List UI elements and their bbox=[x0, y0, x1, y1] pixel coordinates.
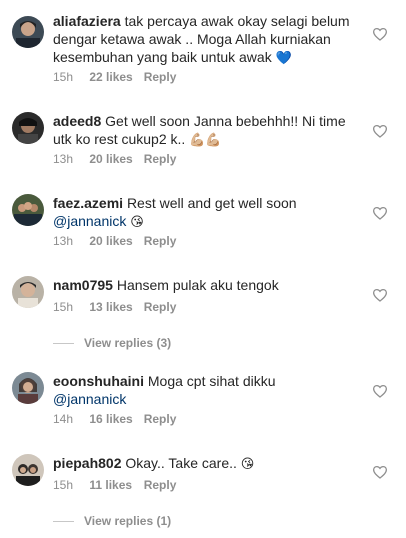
view-replies-label: View replies (3) bbox=[84, 336, 172, 350]
comment-username[interactable]: aliafaziera bbox=[53, 13, 121, 29]
avatar[interactable] bbox=[12, 194, 44, 226]
reply-button[interactable]: Reply bbox=[144, 152, 177, 166]
comment-message: Moga cpt sihat dikku bbox=[147, 373, 276, 389]
blue-heart-emoji: 💙 bbox=[275, 51, 292, 66]
replies-divider bbox=[53, 343, 74, 345]
heart-outline-icon[interactable] bbox=[372, 206, 388, 220]
comment-meta: 15h 13 likes Reply bbox=[53, 300, 176, 314]
heart-outline-icon[interactable] bbox=[372, 465, 388, 479]
comment-text: eoonshuhaini Moga cpt sihat dikku @janna… bbox=[53, 372, 359, 408]
kiss-face-emoji: 😘 bbox=[240, 457, 255, 472]
comment-text: aliafaziera tak percaya awak okay selagi… bbox=[53, 12, 359, 68]
reply-button[interactable]: Reply bbox=[144, 70, 177, 84]
avatar[interactable] bbox=[12, 16, 44, 48]
comment-username[interactable]: adeed8 bbox=[53, 113, 101, 129]
replies-divider bbox=[53, 521, 74, 523]
comment-time: 15h bbox=[53, 478, 74, 492]
avatar[interactable] bbox=[12, 276, 44, 308]
view-replies-button[interactable]: View replies (3) bbox=[53, 336, 171, 350]
comment-meta: 13h 20 likes Reply bbox=[53, 234, 176, 248]
comment-time: 15h bbox=[53, 300, 74, 314]
flexed-biceps-emoji: 💪🏼💪🏼 bbox=[189, 133, 222, 148]
comment-username[interactable]: eoonshuhaini bbox=[53, 373, 144, 389]
comment-text: nam0795 Hansem pulak aku tengok bbox=[53, 276, 359, 294]
heart-outline-icon[interactable] bbox=[372, 124, 388, 138]
comment-message: Hansem pulak aku tengok bbox=[116, 277, 279, 293]
comment-text: adeed8 Get well soon Janna bebehhh!! Ni … bbox=[53, 112, 359, 150]
mention-link[interactable]: @jannanick bbox=[53, 391, 126, 407]
view-replies-label: View replies (1) bbox=[84, 514, 172, 528]
reply-button[interactable]: Reply bbox=[144, 300, 177, 314]
comment-likes[interactable]: 22 likes bbox=[89, 70, 140, 84]
comment-meta: 15h 11 likes Reply bbox=[53, 478, 176, 492]
comment-text: faez.azemi Rest well and get well soon @… bbox=[53, 194, 359, 232]
comment-meta: 14h 16 likes Reply bbox=[53, 412, 176, 426]
reply-button[interactable]: Reply bbox=[144, 478, 177, 492]
reply-button[interactable]: Reply bbox=[144, 412, 177, 426]
comment-text: piepah802 Okay.. Take care.. 😘 bbox=[53, 454, 359, 474]
heart-outline-icon[interactable] bbox=[372, 384, 388, 398]
avatar[interactable] bbox=[12, 454, 44, 486]
comment-time: 13h bbox=[53, 152, 74, 166]
comment-message: Rest well and get well soon bbox=[126, 195, 297, 211]
comment-time: 14h bbox=[53, 412, 74, 426]
comment-likes[interactable]: 16 likes bbox=[89, 412, 140, 426]
comment-likes[interactable]: 13 likes bbox=[89, 300, 140, 314]
comment-username[interactable]: piepah802 bbox=[53, 455, 121, 471]
comment-username[interactable]: faez.azemi bbox=[53, 195, 123, 211]
comment-likes[interactable]: 20 likes bbox=[89, 152, 140, 166]
avatar[interactable] bbox=[12, 112, 44, 144]
mention-link[interactable]: @jannanick bbox=[53, 213, 126, 229]
heart-outline-icon[interactable] bbox=[372, 288, 388, 302]
comment-meta: 13h 20 likes Reply bbox=[53, 152, 176, 166]
reply-button[interactable]: Reply bbox=[144, 234, 177, 248]
comment-username[interactable]: nam0795 bbox=[53, 277, 113, 293]
comment-likes[interactable]: 11 likes bbox=[89, 478, 140, 492]
comment-time: 13h bbox=[53, 234, 74, 248]
view-replies-button[interactable]: View replies (1) bbox=[53, 514, 171, 528]
kiss-face-emoji: 😘 bbox=[130, 215, 144, 230]
comment-message: Okay.. Take care.. bbox=[125, 455, 237, 471]
heart-outline-icon[interactable] bbox=[372, 27, 388, 41]
comment-likes[interactable]: 20 likes bbox=[89, 234, 140, 248]
comment-time: 15h bbox=[53, 70, 74, 84]
avatar[interactable] bbox=[12, 372, 44, 404]
comment-meta: 15h 22 likes Reply bbox=[53, 70, 176, 84]
